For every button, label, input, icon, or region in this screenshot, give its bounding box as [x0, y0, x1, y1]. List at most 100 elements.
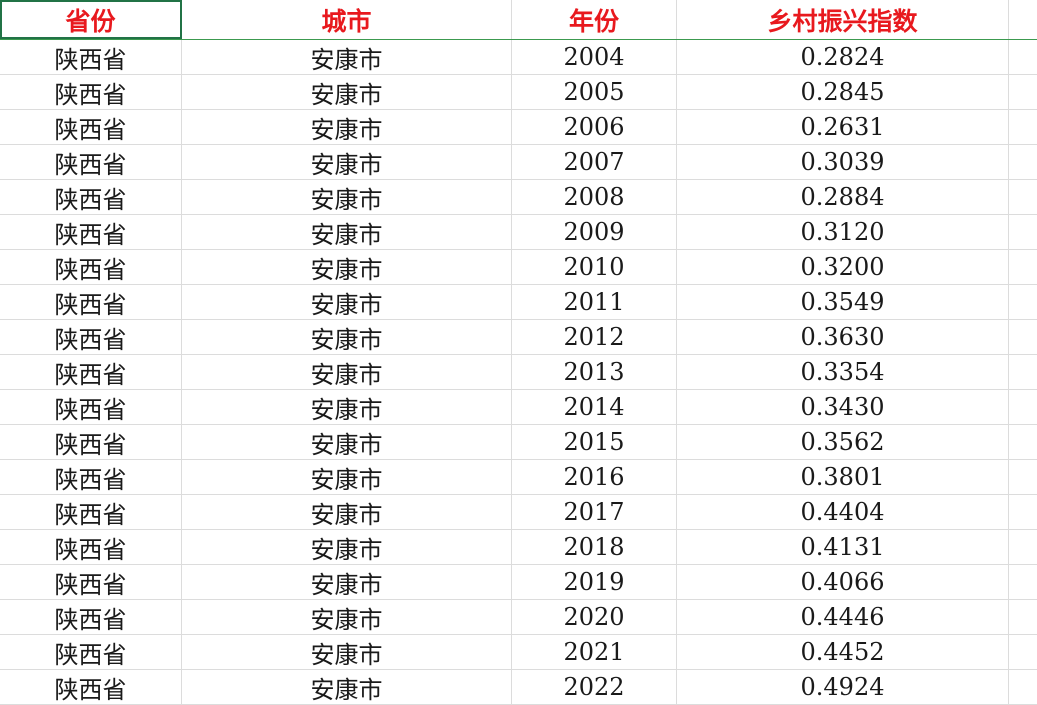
- year-cell[interactable]: 2012: [512, 320, 677, 354]
- year-cell[interactable]: 2016: [512, 460, 677, 494]
- header-cell-province[interactable]: 省份: [0, 0, 182, 39]
- index-cell[interactable]: 0.3200: [677, 250, 1009, 284]
- empty-cell[interactable]: [1009, 320, 1037, 354]
- year-cell[interactable]: 2007: [512, 145, 677, 179]
- year-cell[interactable]: 2017: [512, 495, 677, 529]
- city-cell[interactable]: 安康市: [182, 75, 512, 109]
- index-cell[interactable]: 0.2845: [677, 75, 1009, 109]
- header-cell-city[interactable]: 城市: [182, 0, 512, 39]
- city-cell[interactable]: 安康市: [182, 460, 512, 494]
- city-cell[interactable]: 安康市: [182, 320, 512, 354]
- city-cell[interactable]: 安康市: [182, 635, 512, 669]
- province-cell[interactable]: 陕西省: [0, 390, 182, 424]
- index-cell[interactable]: 0.3354: [677, 355, 1009, 389]
- year-cell[interactable]: 2022: [512, 670, 677, 704]
- city-cell[interactable]: 安康市: [182, 425, 512, 459]
- city-cell[interactable]: 安康市: [182, 670, 512, 704]
- index-cell[interactable]: 0.2631: [677, 110, 1009, 144]
- empty-cell[interactable]: [1009, 250, 1037, 284]
- year-cell[interactable]: 2018: [512, 530, 677, 564]
- province-cell[interactable]: 陕西省: [0, 565, 182, 599]
- empty-cell[interactable]: [1009, 355, 1037, 389]
- province-cell[interactable]: 陕西省: [0, 355, 182, 389]
- empty-cell[interactable]: [1009, 110, 1037, 144]
- province-cell[interactable]: 陕西省: [0, 495, 182, 529]
- empty-cell[interactable]: [1009, 145, 1037, 179]
- empty-cell[interactable]: [1009, 215, 1037, 249]
- empty-cell[interactable]: [1009, 285, 1037, 319]
- province-cell[interactable]: 陕西省: [0, 320, 182, 354]
- index-cell[interactable]: 0.4452: [677, 635, 1009, 669]
- year-cell[interactable]: 2019: [512, 565, 677, 599]
- province-cell[interactable]: 陕西省: [0, 110, 182, 144]
- city-cell[interactable]: 安康市: [182, 600, 512, 634]
- empty-cell[interactable]: [1009, 565, 1037, 599]
- index-cell[interactable]: 0.3630: [677, 320, 1009, 354]
- city-cell[interactable]: 安康市: [182, 40, 512, 74]
- empty-cell[interactable]: [1009, 530, 1037, 564]
- index-cell[interactable]: 0.4404: [677, 495, 1009, 529]
- city-cell[interactable]: 安康市: [182, 530, 512, 564]
- index-cell[interactable]: 0.3039: [677, 145, 1009, 179]
- index-cell[interactable]: 0.2824: [677, 40, 1009, 74]
- index-cell[interactable]: 0.3549: [677, 285, 1009, 319]
- year-cell[interactable]: 2021: [512, 635, 677, 669]
- city-cell[interactable]: 安康市: [182, 285, 512, 319]
- empty-cell[interactable]: [1009, 180, 1037, 214]
- city-cell[interactable]: 安康市: [182, 250, 512, 284]
- empty-cell[interactable]: [1009, 425, 1037, 459]
- city-cell[interactable]: 安康市: [182, 110, 512, 144]
- index-cell[interactable]: 0.3801: [677, 460, 1009, 494]
- city-cell[interactable]: 安康市: [182, 390, 512, 424]
- city-cell[interactable]: 安康市: [182, 215, 512, 249]
- province-cell[interactable]: 陕西省: [0, 145, 182, 179]
- year-cell[interactable]: 2005: [512, 75, 677, 109]
- province-cell[interactable]: 陕西省: [0, 670, 182, 704]
- city-cell[interactable]: 安康市: [182, 355, 512, 389]
- year-cell[interactable]: 2004: [512, 40, 677, 74]
- province-cell[interactable]: 陕西省: [0, 635, 182, 669]
- empty-cell[interactable]: [1009, 40, 1037, 74]
- header-cell-year[interactable]: 年份: [512, 0, 677, 39]
- city-cell[interactable]: 安康市: [182, 180, 512, 214]
- province-cell[interactable]: 陕西省: [0, 285, 182, 319]
- empty-cell[interactable]: [1009, 670, 1037, 704]
- index-cell[interactable]: 0.2884: [677, 180, 1009, 214]
- index-cell[interactable]: 0.3430: [677, 390, 1009, 424]
- year-cell[interactable]: 2010: [512, 250, 677, 284]
- index-cell[interactable]: 0.4066: [677, 565, 1009, 599]
- header-cell-rural-revitalization-index[interactable]: 乡村振兴指数: [677, 0, 1009, 39]
- year-cell[interactable]: 2006: [512, 110, 677, 144]
- province-cell[interactable]: 陕西省: [0, 460, 182, 494]
- index-cell[interactable]: 0.4446: [677, 600, 1009, 634]
- index-cell[interactable]: 0.3562: [677, 425, 1009, 459]
- city-cell[interactable]: 安康市: [182, 495, 512, 529]
- empty-cell[interactable]: [1009, 460, 1037, 494]
- province-cell[interactable]: 陕西省: [0, 215, 182, 249]
- year-cell[interactable]: 2008: [512, 180, 677, 214]
- index-cell[interactable]: 0.3120: [677, 215, 1009, 249]
- year-cell[interactable]: 2013: [512, 355, 677, 389]
- province-cell[interactable]: 陕西省: [0, 75, 182, 109]
- province-cell[interactable]: 陕西省: [0, 250, 182, 284]
- empty-cell[interactable]: [1009, 635, 1037, 669]
- header-cell-empty[interactable]: [1009, 0, 1037, 39]
- year-cell[interactable]: 2015: [512, 425, 677, 459]
- empty-cell[interactable]: [1009, 75, 1037, 109]
- year-cell[interactable]: 2014: [512, 390, 677, 424]
- year-cell[interactable]: 2020: [512, 600, 677, 634]
- province-cell[interactable]: 陕西省: [0, 40, 182, 74]
- year-cell[interactable]: 2011: [512, 285, 677, 319]
- province-cell[interactable]: 陕西省: [0, 180, 182, 214]
- province-cell[interactable]: 陕西省: [0, 600, 182, 634]
- city-cell[interactable]: 安康市: [182, 145, 512, 179]
- empty-cell[interactable]: [1009, 390, 1037, 424]
- index-cell[interactable]: 0.4924: [677, 670, 1009, 704]
- province-cell[interactable]: 陕西省: [0, 530, 182, 564]
- province-cell[interactable]: 陕西省: [0, 425, 182, 459]
- year-cell[interactable]: 2009: [512, 215, 677, 249]
- empty-cell[interactable]: [1009, 495, 1037, 529]
- index-cell[interactable]: 0.4131: [677, 530, 1009, 564]
- city-cell[interactable]: 安康市: [182, 565, 512, 599]
- empty-cell[interactable]: [1009, 600, 1037, 634]
